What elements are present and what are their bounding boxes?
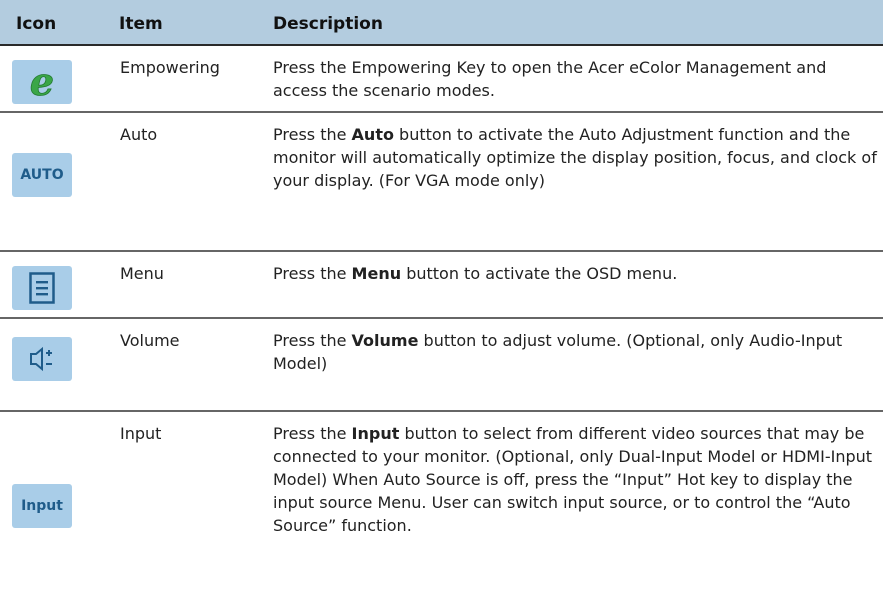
table-row: Input Input Press the Input button to se… bbox=[0, 412, 883, 593]
volume-icon bbox=[30, 346, 52, 372]
e-icon: e bbox=[30, 62, 55, 102]
item-menu: Menu bbox=[120, 264, 164, 283]
header-description: Description bbox=[273, 14, 383, 34]
table-row: Volume Press the Volume button to adjust… bbox=[0, 319, 883, 412]
table-row: AUTO Auto Press the Auto button to activ… bbox=[0, 113, 883, 252]
svg-text:e: e bbox=[30, 62, 54, 102]
description-menu: Press the Menu button to activate the OS… bbox=[273, 264, 678, 283]
item-input: Input bbox=[120, 424, 162, 443]
table-header: Icon Item Description bbox=[0, 0, 883, 46]
item-volume: Volume bbox=[120, 331, 180, 350]
input-button-icon: Input bbox=[12, 484, 72, 528]
description-input: Press the Input button to select from di… bbox=[273, 424, 873, 535]
auto-button-icon: AUTO bbox=[12, 153, 72, 197]
menu-button bbox=[12, 266, 72, 310]
table-row: Menu Press the Menu button to activate t… bbox=[0, 252, 883, 319]
button-table: Icon Item Description e Empowering Press… bbox=[0, 0, 883, 593]
description-empowering: Press the Empowering Key to open the Ace… bbox=[273, 58, 827, 100]
empowering-key-button: e bbox=[12, 60, 72, 104]
header-icon: Icon bbox=[16, 14, 57, 34]
description-auto: Press the Auto button to activate the Au… bbox=[273, 125, 877, 190]
header-item: Item bbox=[119, 14, 163, 34]
description-volume: Press the Volume button to adjust volume… bbox=[273, 331, 843, 373]
table-row: e Empowering Press the Empowering Key to… bbox=[0, 46, 883, 113]
item-empowering: Empowering bbox=[120, 58, 220, 77]
menu-icon bbox=[29, 272, 55, 304]
item-auto: Auto bbox=[120, 125, 158, 144]
volume-button bbox=[12, 337, 72, 381]
